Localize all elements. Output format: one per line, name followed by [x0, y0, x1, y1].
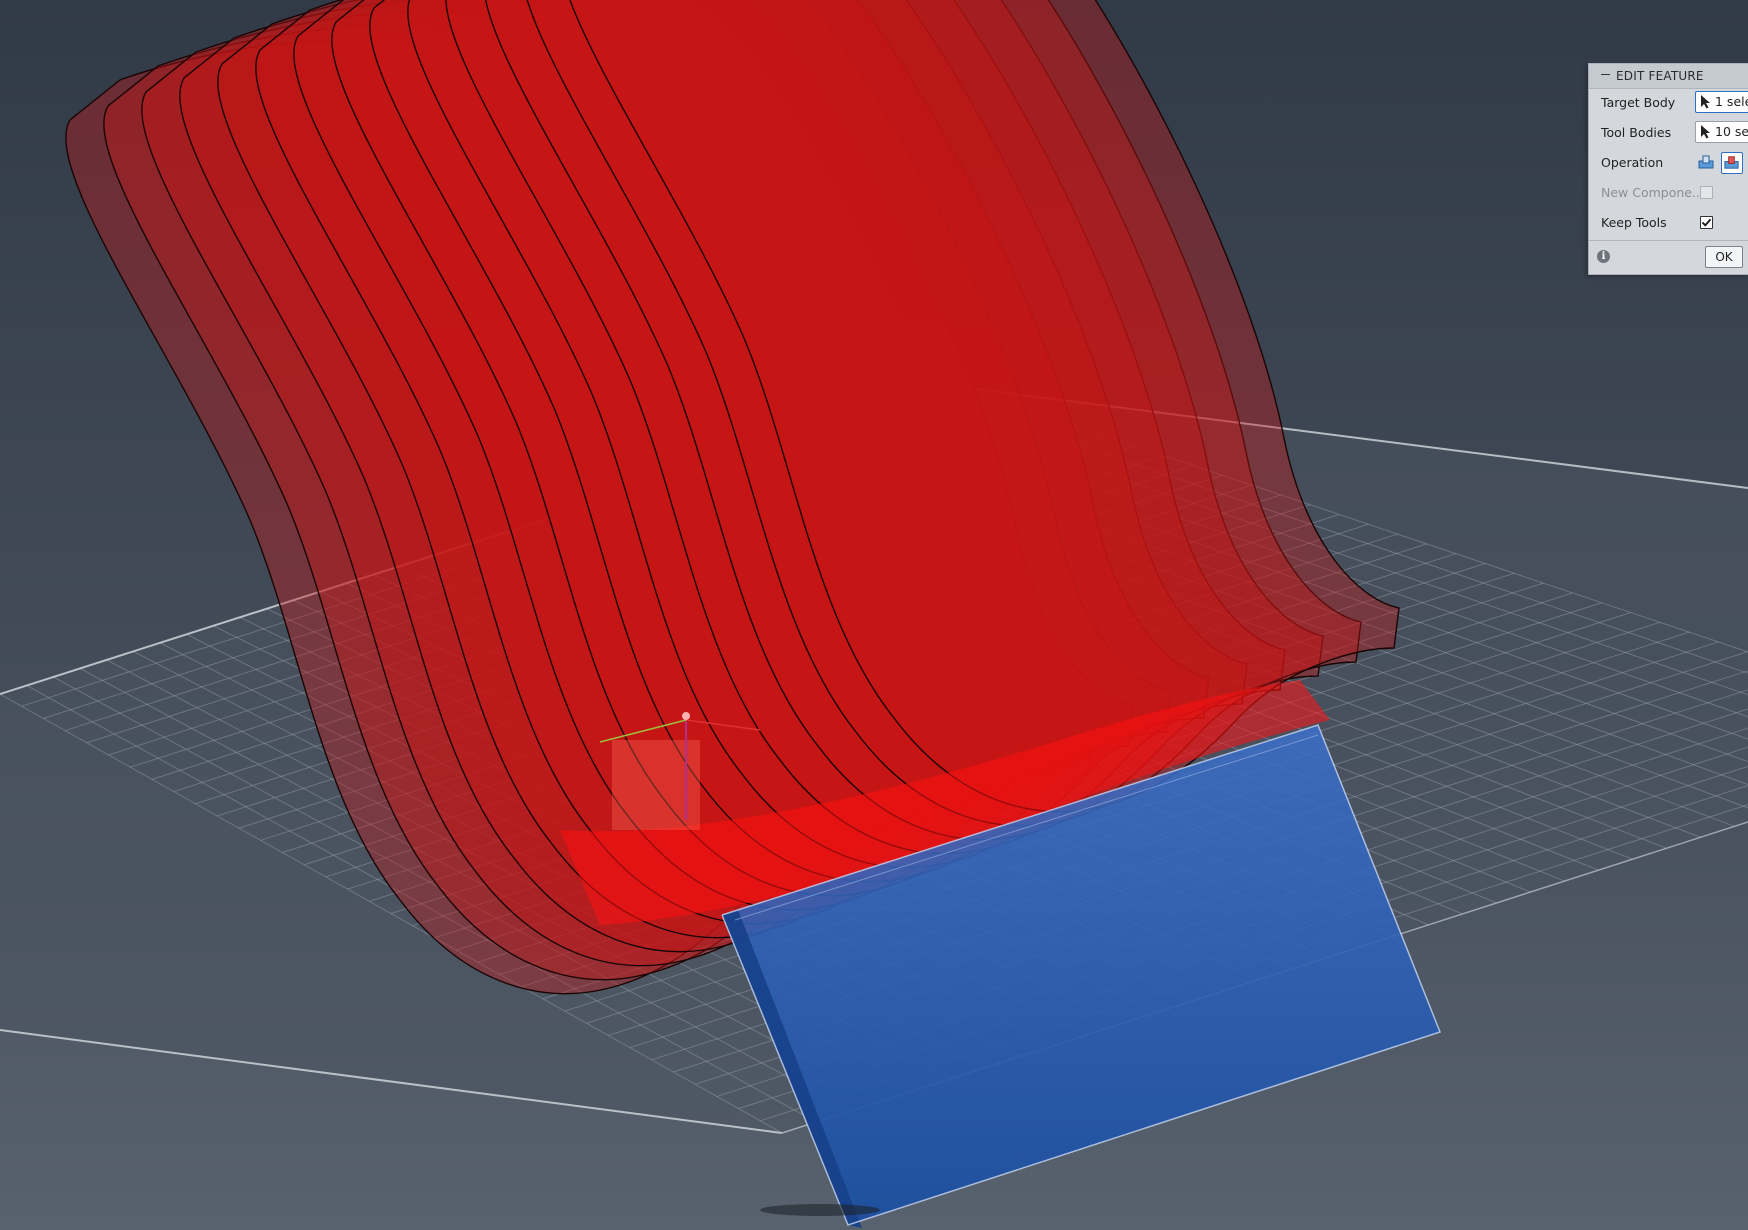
intersect-operation-icon	[1724, 156, 1739, 169]
tool-bodies-value: 10 se	[1715, 124, 1748, 139]
new-component-label: New Compone...	[1601, 185, 1704, 200]
tool-bodies-select-button[interactable]: 10 se	[1695, 121, 1748, 143]
operation-label: Operation	[1601, 155, 1664, 170]
cut-operation-icon	[1698, 155, 1714, 169]
checkmark-icon	[1701, 218, 1712, 227]
info-icon[interactable]: i	[1597, 250, 1610, 263]
target-body-row: Target Body 1 sele	[1589, 88, 1748, 118]
pointer-arrow-icon	[1701, 125, 1710, 139]
target-body-value: 1 sele	[1715, 94, 1748, 109]
new-component-row: New Compone...	[1589, 178, 1748, 208]
keep-tools-label: Keep Tools	[1601, 215, 1667, 230]
shadow	[760, 1204, 880, 1216]
keep-tools-row: Keep Tools	[1589, 208, 1748, 238]
panel-title: EDIT FEATURE	[1616, 69, 1704, 83]
keep-tools-checkbox[interactable]	[1700, 216, 1713, 229]
operation-row: Operation	[1589, 148, 1748, 178]
intersect-operation-button[interactable]	[1721, 152, 1743, 174]
tool-bodies-label: Tool Bodies	[1601, 125, 1672, 140]
panel-header[interactable]: EDIT FEATURE	[1589, 64, 1748, 89]
cut-operation-button[interactable]	[1696, 152, 1718, 174]
panel-footer: i OK	[1589, 240, 1748, 274]
new-component-checkbox[interactable]	[1700, 186, 1713, 199]
collapse-icon[interactable]	[1601, 73, 1610, 76]
ok-button[interactable]: OK	[1705, 246, 1743, 268]
target-body-select-button[interactable]: 1 sele	[1695, 91, 1748, 113]
3d-viewport[interactable]	[0, 0, 1748, 1230]
edit-feature-panel: EDIT FEATURE Target Body 1 sele Tool Bod…	[1588, 63, 1748, 275]
3d-scene	[0, 0, 1748, 1230]
target-body-label: Target Body	[1601, 95, 1676, 110]
pointer-arrow-icon	[1701, 95, 1710, 109]
tool-bodies-row: Tool Bodies 10 se	[1589, 118, 1748, 148]
